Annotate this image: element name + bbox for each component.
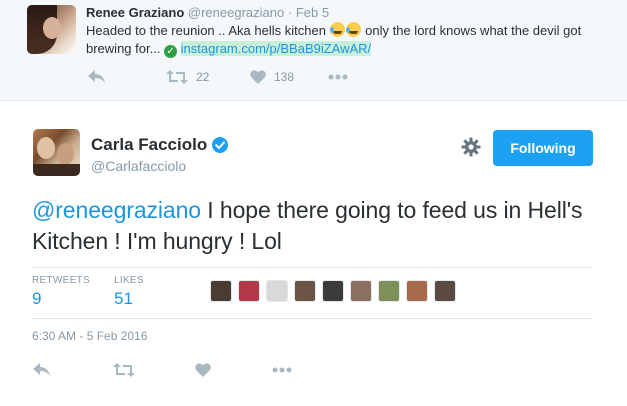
liker-avatar[interactable] <box>350 280 372 302</box>
liker-avatar[interactable] <box>406 280 428 302</box>
more-icon <box>272 367 292 373</box>
retweets-label: RETWEETS <box>32 275 90 286</box>
tears-of-joy-emoji-icon <box>345 22 361 37</box>
verified-badge-icon <box>212 137 229 153</box>
avatar-face-shape <box>43 17 61 39</box>
retweet-count: 22 <box>196 70 210 84</box>
avatar[interactable] <box>27 5 76 54</box>
tweet-text: Headed to the reunion .. Aka hells kitch… <box>86 22 606 58</box>
user-handle[interactable]: @Carlafacciolo <box>91 158 186 174</box>
avatar[interactable] <box>33 129 80 176</box>
avatar-person-shape <box>57 143 74 165</box>
reply-button[interactable] <box>33 359 51 381</box>
following-button[interactable]: Following <box>493 130 593 166</box>
user-handle[interactable]: @reneegraziano <box>188 5 284 20</box>
tweet-time[interactable]: Feb 5 <box>296 5 329 20</box>
tweet-text: @reneegraziano I hope there going to fee… <box>32 195 602 257</box>
mention-link[interactable]: @reneegraziano <box>32 197 201 223</box>
like-button[interactable]: 138 <box>250 66 294 88</box>
user-fullname-row: Carla Facciolo <box>91 135 229 155</box>
retweet-icon <box>166 70 188 84</box>
tweet-actions <box>33 359 333 381</box>
likes-stat[interactable]: LIKES 51 <box>114 275 144 309</box>
check-circle-icon: ✓ <box>164 45 178 58</box>
liker-avatar[interactable] <box>210 280 232 302</box>
reply-icon <box>33 363 50 376</box>
liker-avatar[interactable] <box>322 280 344 302</box>
tweet-stats: RETWEETS 9 LIKES 51 <box>32 267 592 319</box>
likes-label: LIKES <box>114 275 144 286</box>
tweet-timestamp[interactable]: 6:30 AM - 5 Feb 2016 <box>32 329 147 343</box>
liker-avatars <box>210 280 462 302</box>
retweets-count: 9 <box>32 289 42 308</box>
tears-of-joy-emoji-icon <box>329 22 345 37</box>
user-fullname[interactable]: Carla Facciolo <box>91 135 207 155</box>
avatar-person-shape <box>37 137 55 159</box>
parent-tweet[interactable]: Renee Graziano @reneegraziano · Feb 5 He… <box>0 0 627 101</box>
more-button[interactable] <box>328 66 348 88</box>
tweet-text-part: Headed to the reunion .. Aka hells kitch… <box>86 23 330 38</box>
instagram-link[interactable]: instagram.com/p/BBaB9iZAwAR/ <box>180 41 372 56</box>
retweets-stat[interactable]: RETWEETS 9 <box>32 275 90 309</box>
liker-avatar[interactable] <box>378 280 400 302</box>
liker-avatar[interactable] <box>294 280 316 302</box>
reply-button[interactable] <box>88 66 106 88</box>
liker-avatar[interactable] <box>266 280 288 302</box>
user-fullname[interactable]: Renee Graziano <box>86 5 184 20</box>
liker-avatar[interactable] <box>434 280 456 302</box>
heart-icon <box>250 70 266 84</box>
reply-icon <box>88 70 105 83</box>
retweet-button[interactable]: 22 <box>166 66 209 88</box>
gear-icon[interactable] <box>461 137 481 157</box>
like-button[interactable] <box>195 359 211 381</box>
heart-icon <box>195 363 211 377</box>
retweet-icon <box>113 363 135 377</box>
tweet-header: Renee Graziano @reneegraziano · Feb 5 <box>86 5 329 21</box>
more-icon <box>328 74 348 80</box>
like-count: 138 <box>274 70 295 84</box>
tweet-actions: 22 138 <box>88 66 388 88</box>
header-separator: · <box>287 5 293 20</box>
retweet-button[interactable] <box>113 359 135 381</box>
more-button[interactable] <box>272 359 292 381</box>
avatar-background-shape <box>33 164 80 176</box>
likes-count: 51 <box>114 289 133 308</box>
liker-avatar[interactable] <box>238 280 260 302</box>
